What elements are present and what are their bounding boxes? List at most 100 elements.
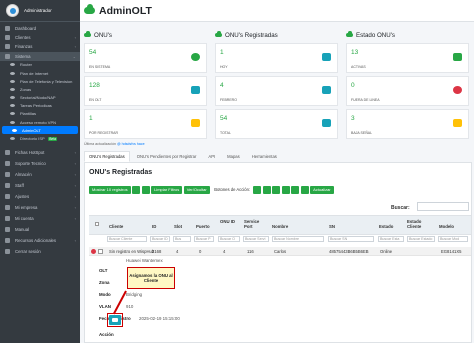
sidebar-item-dashboard[interactable]: Dashboard	[0, 24, 80, 33]
table-row[interactable]: Sin registro en WispHub 2168 4 0 4 116 C…	[89, 247, 471, 256]
delete-icon[interactable]	[91, 249, 96, 254]
wifi-icon	[5, 149, 10, 155]
stat-card: 3 Baja señal	[346, 109, 469, 139]
action-2-icon[interactable]	[262, 185, 271, 194]
section-title-text: Estado ONU's	[356, 31, 396, 39]
filter-input[interactable]: Buscar Esta	[378, 236, 404, 242]
stat-card: 54 Total	[215, 109, 338, 139]
table-header: Cliente ID Slot Puerto ONU ID Service Po…	[89, 215, 471, 235]
sidebar-subitem-zonas[interactable]: Zonas	[0, 85, 80, 93]
sidebar-subitem-vpn[interactable]: Acceso remoto VPN	[0, 118, 80, 126]
filter-input[interactable]: Buscar Nombre	[272, 236, 324, 242]
action-1-icon[interactable]	[253, 185, 262, 194]
sidebar-item-soporte[interactable]: Soporte Tecnico ‹	[0, 158, 80, 169]
sidebar-item-label: Plan de Telefonia y Television	[20, 78, 73, 84]
action-3-icon[interactable]	[272, 185, 281, 194]
settings-icon	[5, 53, 10, 59]
column-header[interactable]: Slot	[174, 224, 182, 229]
sidebar-item-cuenta[interactable]: Mi cuenta ‹	[0, 213, 80, 224]
row-checkbox[interactable]	[98, 249, 103, 254]
column-header[interactable]: Modelo	[439, 224, 454, 229]
sidebar-item-fichas[interactable]: Fichas HotSpot ‹	[0, 147, 80, 158]
sidebar-subitem-router[interactable]: Router	[0, 61, 80, 69]
show-hide-button[interactable]: Ver/Ocultar	[183, 185, 210, 194]
sidebar-item-recursos[interactable]: Recursos Adicionales ‹	[0, 235, 80, 246]
cell-slot: 4	[176, 249, 179, 254]
sidebar-subitem-sectorial[interactable]: Sectorial/Nodo/NAP	[0, 94, 80, 102]
sidebar-subitem-tareas[interactable]: Tareas Periodicas	[0, 102, 80, 110]
filter-input[interactable]: Buscar Mod	[438, 236, 468, 242]
stat-label: Activas	[351, 65, 366, 69]
column-header[interactable]: Service Port	[244, 219, 266, 229]
stat-label: Hoy	[220, 65, 228, 69]
excel-icon[interactable]	[132, 185, 141, 194]
sidebar-subitem-adminolt[interactable]: AdminOLT	[2, 126, 78, 135]
column-header[interactable]: ONU ID	[220, 219, 236, 224]
chevron-left-icon: ‹	[74, 149, 76, 155]
annotation-callout: Asignamos la ONU al Cliente	[127, 267, 175, 289]
sidebar-item-ajustes[interactable]: Ajustes ‹	[0, 191, 80, 202]
update-button[interactable]: Actualizar	[310, 185, 334, 194]
pdf-icon[interactable]	[141, 185, 150, 194]
user-icon	[5, 215, 10, 221]
detail-label: OLT	[99, 268, 108, 273]
action-5-icon[interactable]	[291, 185, 300, 194]
sidebar-subitem-plan-telefonia[interactable]: Plan de Telefonia y Television	[0, 77, 80, 85]
tab-mapas[interactable]: Mapas	[222, 151, 245, 162]
select-all-checkbox[interactable]	[95, 222, 99, 226]
column-header[interactable]: Estado	[379, 224, 393, 229]
circle-icon	[10, 112, 15, 116]
sidebar-item-label: Directorio ISP	[20, 136, 45, 142]
user-panel[interactable]: Administrador	[0, 0, 80, 22]
clear-filters-button[interactable]: Limpiar Filtros	[151, 185, 183, 194]
sidebar-subitem-plan-internet[interactable]: Plan de Internet	[0, 69, 80, 77]
sidebar-item-manual[interactable]: Manual	[0, 224, 80, 235]
column-header[interactable]: Puerto	[196, 224, 210, 229]
gear-icon	[5, 193, 10, 199]
filter-input[interactable]: Buscar Estado	[407, 236, 435, 242]
server-icon	[191, 86, 200, 94]
sidebar-item-label: Manual	[15, 226, 30, 232]
cell-puerto: 0	[199, 249, 202, 254]
sidebar-item-almacen[interactable]: Almacén ‹	[0, 169, 80, 180]
stat-value: 13	[351, 49, 359, 56]
sidebar-item-label: Mi empresa	[15, 204, 38, 210]
tab-api[interactable]: API	[203, 151, 220, 162]
filter-input[interactable]: Bus	[173, 236, 191, 242]
stat-value: 3	[351, 115, 355, 122]
column-header[interactable]: Estado Cliente	[407, 219, 431, 229]
detail-value: 2025-02-19 15:15:00	[139, 316, 180, 321]
filter-input[interactable]: Buscar SN	[328, 236, 374, 242]
action-6-icon[interactable]	[300, 185, 309, 194]
sidebar-item-empresa[interactable]: Mi empresa ‹	[0, 202, 80, 213]
filter-input[interactable]: Buscar Cliente	[107, 236, 147, 242]
search-input[interactable]	[417, 202, 469, 211]
last-update-link[interactable]: @ hdsdsfvs hace	[117, 142, 145, 146]
sidebar-item-finanzas[interactable]: Finanzas ‹	[0, 42, 80, 51]
sidebar-subitem-directorio[interactable]: Directorio ISP Beta	[0, 134, 80, 142]
cloud-icon	[84, 4, 95, 14]
column-header[interactable]: Cliente	[109, 224, 123, 229]
sidebar-subitem-plantillas[interactable]: Plantillas	[0, 110, 80, 118]
show-records-button[interactable]: Mostrar 10 registros	[89, 185, 131, 194]
column-header[interactable]: ID	[152, 224, 156, 229]
filter-input[interactable]: Buscar Servi	[243, 236, 269, 242]
tab-registradas[interactable]: ONU's Registradas	[84, 151, 130, 162]
chevron-left-icon: ‹	[74, 215, 76, 221]
tab-pendientes[interactable]: ONU's Pendientes por Registrar	[132, 151, 202, 162]
action-4-icon[interactable]	[281, 185, 290, 194]
sidebar-item-logout[interactable]: Cerrar sesión	[0, 246, 80, 257]
detail-value: Bridging	[126, 292, 143, 297]
filter-input[interactable]: Buscar ID	[150, 236, 170, 242]
sidebar-item-staff[interactable]: Staff ‹	[0, 180, 80, 191]
column-header[interactable]: Nombre	[272, 224, 288, 229]
filter-input[interactable]: Buscar O	[218, 236, 240, 242]
stat-value: 54	[220, 115, 228, 122]
sidebar-item-sistema[interactable]: Sistema ⌄	[0, 51, 80, 61]
section-estado: Estado ONU's 13 Activas 0 Fuera de linea 3…	[346, 30, 469, 139]
filter-input[interactable]: Buscar P	[194, 236, 214, 242]
tab-herramientas[interactable]: Herramientas	[247, 151, 282, 162]
sidebar-item-clientes[interactable]: Clientes ‹	[0, 33, 80, 42]
stat-value: 1	[89, 115, 93, 122]
column-header[interactable]: SN	[329, 224, 335, 229]
